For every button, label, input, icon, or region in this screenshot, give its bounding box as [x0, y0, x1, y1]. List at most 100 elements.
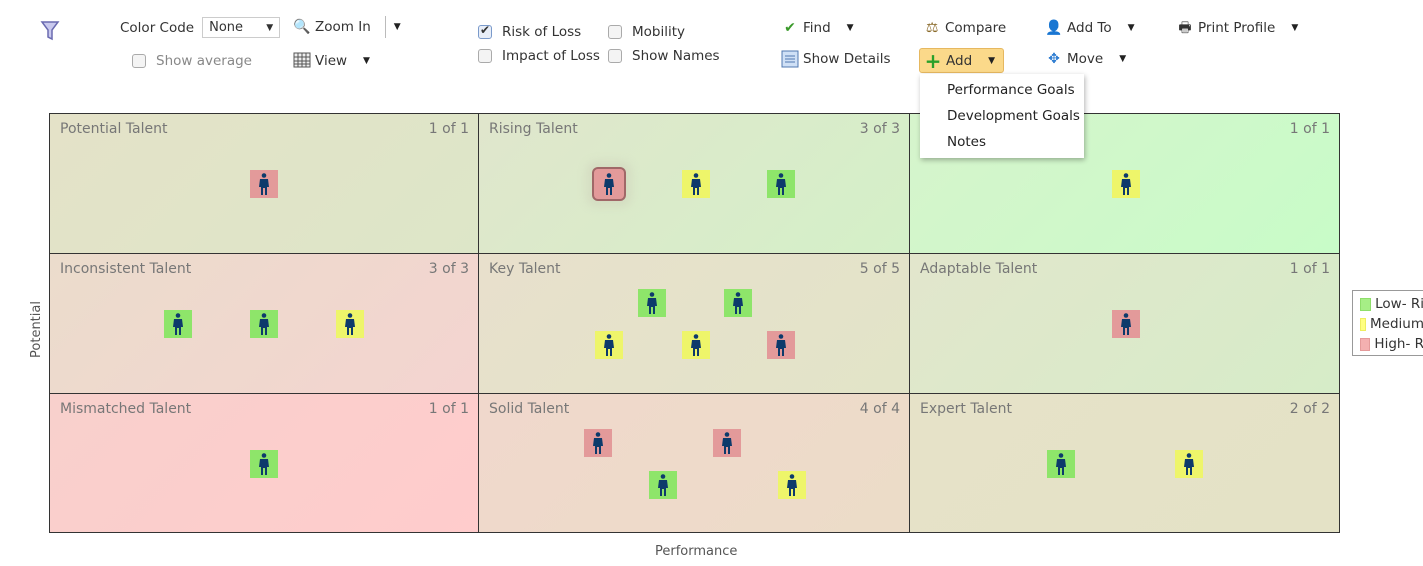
- grid-cell: Solid Talent 4 of 4: [478, 393, 910, 533]
- person-icon: [776, 173, 786, 195]
- add-to-button[interactable]: 👤 Add To ▼: [1045, 19, 1135, 37]
- employee-tile-low-risk[interactable]: [250, 450, 278, 478]
- cell-title: Rising Talent: [489, 121, 578, 137]
- person-icon: [658, 474, 668, 496]
- mobility-label: Mobility: [632, 24, 686, 40]
- show-details-button[interactable]: Show Details: [781, 50, 891, 68]
- find-label: Find: [803, 20, 831, 36]
- menu-item-notes[interactable]: Notes: [920, 129, 1084, 155]
- person-icon: [259, 313, 269, 335]
- employee-tile-medium-risk[interactable]: [595, 331, 623, 359]
- legend-swatch: [1360, 297, 1372, 311]
- person-icon: [733, 292, 743, 314]
- checkbox-checked-icon[interactable]: [478, 23, 492, 39]
- cell-count: 1 of 1: [428, 401, 469, 417]
- color-code-select[interactable]: None ▼: [202, 17, 281, 38]
- view-button[interactable]: View ▼: [293, 52, 370, 70]
- find-button[interactable]: ✔ Find ▼: [781, 19, 854, 37]
- cell-title: Key Talent: [489, 261, 561, 277]
- employee-tile-low-risk[interactable]: [1047, 450, 1075, 478]
- color-code-value: None: [209, 20, 244, 35]
- impact-of-loss-label: Impact of Loss: [502, 48, 600, 64]
- y-axis-label: Potential: [28, 301, 44, 358]
- print-profile-button[interactable]: 🖶 Print Profile ▼: [1176, 19, 1298, 37]
- menu-item-development-goals[interactable]: Development Goals: [920, 103, 1084, 129]
- employee-tile-medium-risk[interactable]: [682, 331, 710, 359]
- legend: Low- Ri Medium High- R: [1352, 290, 1423, 356]
- cell-count: 5 of 5: [859, 261, 900, 277]
- show-names-label: Show Names: [632, 48, 720, 64]
- cell-count: 1 of 1: [1289, 261, 1330, 277]
- person-icon: [173, 313, 183, 335]
- move-button[interactable]: ✥ Move ▼: [1045, 50, 1126, 68]
- chevron-down-icon[interactable]: ▼: [1291, 23, 1298, 33]
- employee-tile-low-risk[interactable]: [724, 289, 752, 317]
- risk-of-loss-label: Risk of Loss: [502, 24, 582, 40]
- chevron-down-icon[interactable]: ▼: [1119, 54, 1126, 64]
- show-details-label: Show Details: [803, 51, 891, 67]
- zoom-dropdown-caret[interactable]: ▼: [394, 22, 401, 32]
- menu-item-performance-goals[interactable]: Performance Goals: [920, 77, 1084, 103]
- employee-tile-high-risk[interactable]: [767, 331, 795, 359]
- find-person-icon: ✔: [784, 20, 796, 36]
- add-label: Add: [946, 52, 973, 69]
- employee-tile-high-risk[interactable]: [713, 429, 741, 457]
- cell-count: 3 of 3: [859, 121, 900, 137]
- risk-of-loss-checkbox[interactable]: Risk of Loss: [478, 23, 582, 40]
- checkbox-icon[interactable]: [608, 25, 622, 39]
- legend-label: Medium: [1370, 316, 1423, 332]
- person-icon: [776, 334, 786, 356]
- legend-swatch: [1360, 337, 1371, 351]
- x-axis-label: Performance: [655, 544, 738, 559]
- add-person-icon: 👤: [1045, 20, 1063, 36]
- add-button[interactable]: + Add ▼: [919, 48, 1005, 73]
- person-icon: [1184, 453, 1194, 475]
- employee-tile-high-risk[interactable]: [594, 169, 624, 199]
- details-icon: [781, 50, 799, 68]
- employee-tile-low-risk[interactable]: [649, 471, 677, 499]
- employee-tile-low-risk[interactable]: [767, 170, 795, 198]
- employee-tile-high-risk[interactable]: [1112, 310, 1140, 338]
- person-icon: [647, 292, 657, 314]
- person-icon: [345, 313, 355, 335]
- chevron-down-icon[interactable]: ▼: [847, 23, 854, 33]
- employee-tile-low-risk[interactable]: [638, 289, 666, 317]
- mobility-checkbox[interactable]: Mobility: [608, 24, 685, 40]
- compare-icon: ⚖: [925, 20, 939, 36]
- cell-title: Mismatched Talent: [60, 401, 192, 417]
- compare-button[interactable]: ⚖ Compare: [923, 19, 1007, 37]
- grid-icon: [293, 52, 311, 70]
- employee-tile-high-risk[interactable]: [584, 429, 612, 457]
- employee-tile-medium-risk[interactable]: [682, 170, 710, 198]
- chevron-down-icon[interactable]: ▼: [988, 56, 995, 66]
- legend-label: Low- Ri: [1375, 296, 1423, 312]
- cell-count: 1 of 1: [428, 121, 469, 137]
- chevron-down-icon[interactable]: ▼: [1128, 23, 1135, 33]
- cell-count: 1 of 1: [1289, 121, 1330, 137]
- move-label: Move: [1067, 51, 1104, 67]
- checkbox-icon[interactable]: [478, 49, 492, 63]
- checkbox-icon[interactable]: [132, 54, 146, 68]
- filter-icon[interactable]: [40, 20, 60, 46]
- zoom-in-label: Zoom In: [315, 19, 371, 35]
- person-icon: [1056, 453, 1066, 475]
- cell-count: 4 of 4: [859, 401, 900, 417]
- printer-icon: 🖶: [1178, 20, 1192, 36]
- legend-item-high: High- R: [1360, 334, 1423, 354]
- show-average-checkbox[interactable]: Show average: [132, 53, 252, 69]
- employee-tile-low-risk[interactable]: [164, 310, 192, 338]
- zoom-in-button[interactable]: 🔍 Zoom In ▼: [293, 16, 401, 38]
- show-names-checkbox[interactable]: Show Names: [608, 48, 720, 64]
- person-icon: [604, 334, 614, 356]
- employee-tile-medium-risk[interactable]: [336, 310, 364, 338]
- chevron-down-icon[interactable]: ▼: [363, 56, 370, 66]
- cell-title: Adaptable Talent: [920, 261, 1038, 277]
- employee-tile-high-risk[interactable]: [250, 170, 278, 198]
- employee-tile-medium-risk[interactable]: [1175, 450, 1203, 478]
- impact-of-loss-checkbox[interactable]: Impact of Loss: [478, 48, 600, 64]
- checkbox-icon[interactable]: [608, 49, 622, 63]
- employee-tile-low-risk[interactable]: [250, 310, 278, 338]
- cell-count: 3 of 3: [428, 261, 469, 277]
- employee-tile-medium-risk[interactable]: [1112, 170, 1140, 198]
- employee-tile-medium-risk[interactable]: [778, 471, 806, 499]
